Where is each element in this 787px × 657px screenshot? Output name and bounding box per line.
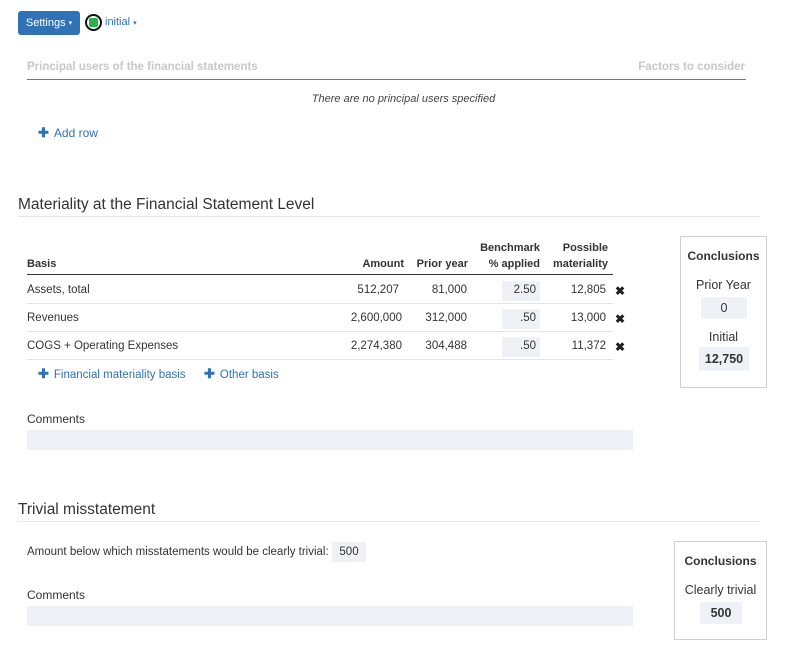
column-header-prior-year: Prior year xyxy=(416,258,468,270)
conclusions-panel: Conclusions Clearly trivial 500 xyxy=(674,541,767,640)
basis-cell: Assets, total xyxy=(27,284,90,296)
empty-state-message: There are no principal users specified xyxy=(311,93,496,105)
add-row-button[interactable]: ✚ Add row xyxy=(38,125,98,141)
delete-row-icon[interactable]: ✖ xyxy=(615,312,625,326)
delete-row-icon[interactable]: ✖ xyxy=(615,340,625,354)
basis-cell: Revenues xyxy=(27,312,79,324)
prior-year-cell: 304,488 xyxy=(425,340,467,352)
column-header-basis: Basis xyxy=(27,258,57,270)
column-header-pct-applied: % applied xyxy=(488,258,540,270)
stage-label: initial xyxy=(105,16,131,28)
prior-year-cell: 312,000 xyxy=(425,312,467,324)
divider xyxy=(27,79,746,80)
comments-field[interactable] xyxy=(27,606,633,626)
status-square-icon xyxy=(89,18,98,27)
column-header-benchmark: Benchmark xyxy=(480,242,540,254)
chevron-down-icon: ▾ xyxy=(133,20,137,27)
plus-icon: ✚ xyxy=(204,366,215,381)
conclusions-title: Conclusions xyxy=(687,249,760,263)
table-header-divider xyxy=(27,274,613,275)
initial-label: Initial xyxy=(708,330,739,344)
column-header-materiality: materiality xyxy=(552,258,608,270)
section-title-materiality: Materiality at the Financial Statement L… xyxy=(18,196,315,213)
settings-button[interactable]: Settings ▾ xyxy=(18,11,80,35)
add-other-basis-button[interactable]: ✚ Other basis xyxy=(204,366,279,382)
row-divider xyxy=(27,359,613,360)
comments-label: Comments xyxy=(27,588,86,602)
status-indicator[interactable] xyxy=(85,14,102,31)
comments-field[interactable] xyxy=(27,430,633,450)
comments-label: Comments xyxy=(27,412,86,426)
section-divider xyxy=(18,216,760,217)
conclusions-title: Conclusions xyxy=(684,554,757,568)
pct-applied-input[interactable]: 2.50 xyxy=(502,281,540,301)
initial-value: 12,750 xyxy=(699,347,749,371)
factors-header: Factors to consider xyxy=(638,61,745,73)
stage-dropdown[interactable]: initial ▾ xyxy=(105,16,137,28)
plus-icon: ✚ xyxy=(38,366,49,381)
prior-year-cell: 81,000 xyxy=(431,284,467,296)
amount-cell: 2,274,380 xyxy=(350,340,402,352)
clearly-trivial-value: 500 xyxy=(700,602,742,624)
column-header-possible: Possible xyxy=(562,242,608,254)
row-divider xyxy=(27,303,613,304)
section-title-trivial: Trivial misstatement xyxy=(18,501,156,518)
delete-row-icon[interactable]: ✖ xyxy=(615,284,625,298)
prior-year-value: 0 xyxy=(701,297,747,319)
possible-materiality-cell: 11,372 xyxy=(571,340,606,352)
basis-cell: COGS + Operating Expenses xyxy=(27,340,179,352)
possible-materiality-cell: 13,000 xyxy=(570,312,606,324)
amount-cell: 512,207 xyxy=(357,284,399,296)
possible-materiality-cell: 12,805 xyxy=(570,284,606,296)
pct-applied-input[interactable]: .50 xyxy=(502,309,540,329)
column-header-amount: Amount xyxy=(362,258,404,270)
settings-label: Settings xyxy=(25,17,66,29)
add-financial-basis-button[interactable]: ✚ Financial materiality basis xyxy=(38,366,186,382)
add-financial-basis-label: Financial materiality basis xyxy=(53,369,186,381)
pct-applied-input[interactable]: .50 xyxy=(502,337,540,357)
prior-year-label: Prior Year xyxy=(696,278,751,292)
trivial-amount-input[interactable]: 500 xyxy=(332,542,366,562)
section-divider xyxy=(18,521,760,522)
conclusions-panel: Conclusions Prior Year 0 Initial 12,750 xyxy=(680,236,767,388)
plus-icon: ✚ xyxy=(38,125,49,140)
amount-cell: 2,600,000 xyxy=(350,312,402,324)
add-other-basis-label: Other basis xyxy=(219,369,279,381)
clearly-trivial-label: Clearly trivial xyxy=(684,583,757,597)
principal-users-header: Principal users of the financial stateme… xyxy=(27,61,258,73)
chevron-down-icon: ▾ xyxy=(68,20,73,27)
add-row-label: Add row xyxy=(53,126,98,140)
trivial-amount-label: Amount below which misstatements would b… xyxy=(27,546,329,558)
row-divider xyxy=(27,331,613,332)
